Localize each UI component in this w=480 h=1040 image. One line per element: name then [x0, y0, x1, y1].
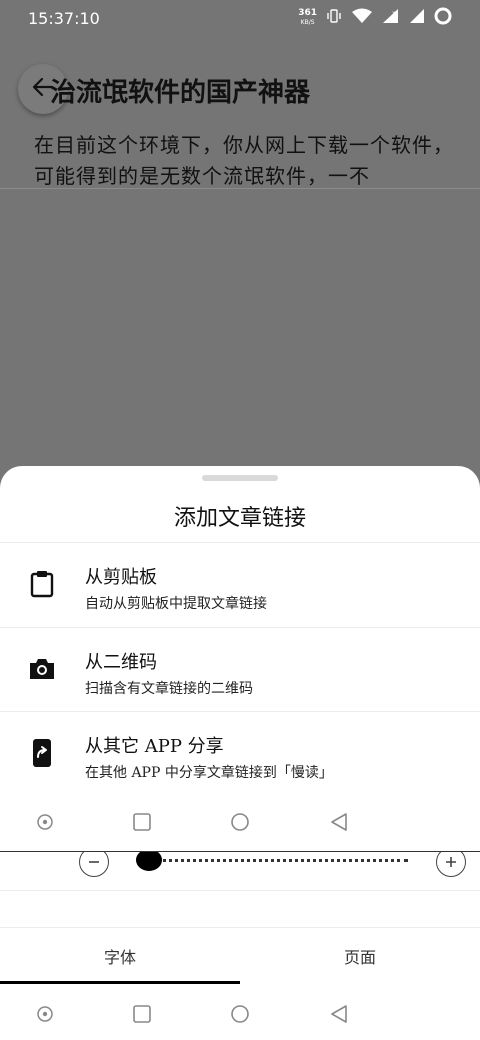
- svg-text:x: x: [392, 10, 396, 17]
- nav-recents-button[interactable]: [130, 1002, 154, 1026]
- triangle-back-icon: [331, 813, 347, 831]
- wifi-icon: [351, 8, 373, 28]
- signal-icon: x: [382, 8, 400, 28]
- sheet-title: 添加文章链接: [173, 506, 306, 531]
- plus-icon: [446, 857, 456, 867]
- network-speed-unit: KB/S: [300, 19, 315, 26]
- nav-recents-button[interactable]: [130, 810, 154, 834]
- system-nav-bar-bottom: [0, 990, 480, 1040]
- status-bar: 15:37:10 361 KB/S x: [0, 0, 480, 36]
- target-dot-icon: [37, 814, 53, 830]
- nav-home-button[interactable]: [228, 1002, 252, 1026]
- camera-icon: [28, 654, 56, 684]
- font-size-slider[interactable]: [150, 859, 408, 863]
- tab-font[interactable]: 字体: [0, 928, 240, 984]
- article-divider: [0, 188, 480, 189]
- option-subtitle: 扫描含有文章链接的二维码: [85, 681, 253, 697]
- share-phone-icon: [28, 738, 56, 768]
- target-dot-icon: [37, 1006, 53, 1022]
- nav-dot-button[interactable]: [33, 1002, 57, 1026]
- add-link-sheet: 添加文章链接 从剪贴板 自动从剪贴板中提取文章链接 从二维码 扫描含有文章链接的…: [0, 466, 480, 852]
- nav-home-button[interactable]: [228, 810, 252, 834]
- option-from-qrcode[interactable]: 从二维码 扫描含有文章链接的二维码: [0, 628, 480, 712]
- article-body: 在目前这个环境下，你从网上下载一个软件，可能得到的是无数个流氓软件，一不: [34, 133, 454, 188]
- circle-icon: [231, 1005, 249, 1023]
- option-title: 从剪贴板: [85, 567, 157, 588]
- nav-back-button[interactable]: [327, 810, 351, 834]
- option-subtitle: 自动从剪贴板中提取文章链接: [85, 596, 267, 612]
- option-from-clipboard[interactable]: 从剪贴板 自动从剪贴板中提取文章链接: [0, 543, 480, 627]
- sheet-handle[interactable]: [202, 475, 278, 481]
- circle-icon: [231, 813, 249, 831]
- option-from-app-share[interactable]: 从其它 APP 分享 在其他 APP 中分享文章链接到「慢读」: [0, 712, 480, 796]
- active-tab-indicator: [0, 981, 240, 984]
- option-title: 从二维码: [85, 652, 157, 673]
- option-subtitle: 在其他 APP 中分享文章链接到「慢读」: [85, 765, 333, 781]
- square-icon: [133, 1005, 151, 1023]
- divider: [0, 890, 480, 891]
- vibrate-icon: [326, 8, 342, 28]
- sheet-bottom-line: [0, 851, 480, 852]
- nav-back-button[interactable]: [327, 1002, 351, 1026]
- system-nav-bar: [0, 798, 480, 848]
- slider-knob[interactable]: [136, 849, 162, 871]
- tab-page[interactable]: 页面: [240, 928, 480, 984]
- minus-icon: [89, 861, 99, 863]
- status-icons: 361 KB/S x: [298, 7, 452, 29]
- network-speed-value: 361: [298, 8, 317, 18]
- nav-dot-button[interactable]: [33, 810, 57, 834]
- loading-icon: [434, 7, 452, 29]
- article-title: 治流氓软件的国产神器: [50, 78, 311, 108]
- clipboard-icon: [28, 569, 56, 599]
- network-speed: 361 KB/S: [298, 9, 317, 27]
- triangle-back-icon: [331, 1005, 347, 1023]
- option-title: 从其它 APP 分享: [85, 736, 224, 757]
- article-background: 治流氓软件的国产神器 在目前这个环境下，你从网上下载一个软件，可能得到的是无数个…: [0, 36, 480, 496]
- status-time: 15:37:10: [28, 8, 100, 28]
- signal-icon-2: [409, 8, 425, 28]
- settings-tabs: 字体 页面: [0, 928, 480, 984]
- square-icon: [133, 813, 151, 831]
